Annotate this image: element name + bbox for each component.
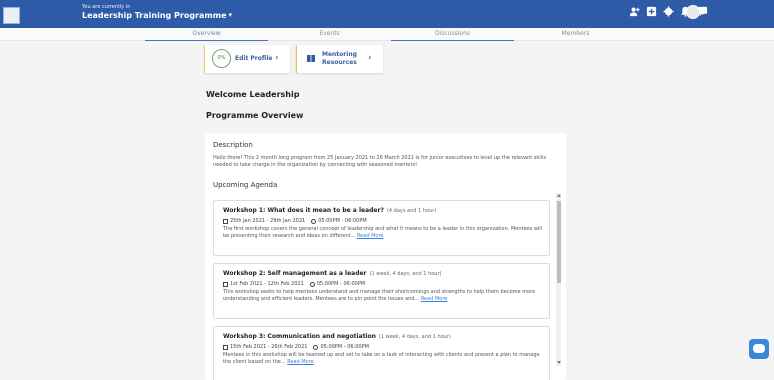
clock-icon xyxy=(309,281,315,287)
clock-icon xyxy=(313,344,319,350)
avatar[interactable] xyxy=(686,5,700,19)
description-text: Hello there! This 2 month long program f… xyxy=(213,155,547,168)
app-logo[interactable] xyxy=(3,7,20,24)
description-title: Description xyxy=(213,141,253,149)
agenda-item-time: 05:00PM - 06:00PM xyxy=(316,281,366,287)
tab-discussions[interactable]: Discussions xyxy=(391,28,514,41)
top-bar: You are currently in Leadership Training… xyxy=(0,0,774,28)
agenda-item-desc: This workshop seeks to help mentees unde… xyxy=(223,289,536,302)
edit-profile-label: Edit Profile xyxy=(235,55,273,62)
tab-bar: Overview Events Discussions Members xyxy=(0,28,774,41)
agenda-item-time: 05:00PM - 06:00PM xyxy=(320,344,369,350)
agenda-item-dates: 25th Jan 2021 - 29th Jan 2021 xyxy=(230,218,306,224)
agenda-item-time: 05:00PM - 06:00PM xyxy=(318,218,367,224)
agenda-item[interactable]: Workshop 3: Communication and negotiatio… xyxy=(213,326,550,380)
profile-progress-ring: 0% xyxy=(212,49,231,68)
agenda-item-desc: Mentees in this workshop will be teamed … xyxy=(223,352,540,365)
calendar-icon xyxy=(223,281,228,287)
agenda-scrollbar[interactable] xyxy=(556,193,561,366)
tab-members[interactable]: Members xyxy=(514,28,637,41)
mentoring-resources-label: Mentoring Resources xyxy=(322,51,357,66)
agenda-item-duration: (1 week, 4 days, and 1 hour) xyxy=(378,334,451,340)
clock-icon xyxy=(311,218,317,224)
agenda-list[interactable]: Workshop 1: What does it mean to be a le… xyxy=(213,193,561,380)
chat-bubble-icon xyxy=(753,344,765,353)
scroll-down-icon[interactable] xyxy=(557,361,561,364)
agenda-item-title: Workshop 3: Communication and negotiatio… xyxy=(223,333,376,340)
read-more-link[interactable]: Read More xyxy=(421,296,448,302)
read-more-link[interactable]: Read More xyxy=(357,233,384,239)
tab-events[interactable]: Events xyxy=(268,28,391,41)
calendar-icon xyxy=(223,344,228,350)
programme-name: Leadership Training Programme xyxy=(82,11,227,20)
chat-widget-button[interactable] xyxy=(749,339,769,359)
chevron-right-icon: › xyxy=(275,53,279,63)
chevron-right-icon: › xyxy=(368,53,372,63)
calendar-icon xyxy=(223,218,228,224)
chevron-down-icon: ▾ xyxy=(228,11,233,19)
agenda-item-duration: (4 days and 1 hour) xyxy=(386,208,437,214)
agenda-item-title: Workshop 1: What does it mean to be a le… xyxy=(223,207,384,214)
agenda-item[interactable]: Workshop 1: What does it mean to be a le… xyxy=(213,200,550,256)
programme-overview-heading: Programme Overview xyxy=(206,111,304,120)
mentoring-resources-card[interactable]: Mentoring Resources › xyxy=(296,45,383,73)
welcome-heading: Welcome Leadership xyxy=(206,90,300,99)
gear-icon[interactable] xyxy=(663,6,674,17)
agenda-item-dates: 15th Feb 2021 - 26th Feb 2021 xyxy=(230,344,308,350)
agenda-item-title: Workshop 2: Self management as a leader xyxy=(223,270,367,277)
overview-panel: Description Hello there! This 2 month lo… xyxy=(205,133,566,380)
agenda-item-dates: 1st Feb 2021 - 12th Feb 2021 xyxy=(230,281,304,287)
edit-profile-card[interactable]: 0% Edit Profile › xyxy=(204,45,290,73)
agenda-item[interactable]: Workshop 2: Self management as a leader(… xyxy=(213,263,550,319)
tab-overview[interactable]: Overview xyxy=(145,28,268,41)
upcoming-agenda-title: Upcoming Agenda xyxy=(213,181,278,189)
context-label: You are currently in xyxy=(82,4,131,10)
book-icon xyxy=(307,55,315,62)
agenda-item-duration: (1 week, 4 days, and 1 hour) xyxy=(369,271,442,277)
programme-switcher[interactable]: You are currently in Leadership Training… xyxy=(82,4,232,21)
scrollbar-thumb[interactable] xyxy=(557,201,561,283)
read-more-link[interactable]: Read More xyxy=(287,359,314,365)
caret-right-icon[interactable] xyxy=(702,9,706,15)
add-user-icon[interactable] xyxy=(629,6,640,17)
scroll-up-icon[interactable] xyxy=(557,194,561,197)
add-icon[interactable] xyxy=(646,6,657,17)
